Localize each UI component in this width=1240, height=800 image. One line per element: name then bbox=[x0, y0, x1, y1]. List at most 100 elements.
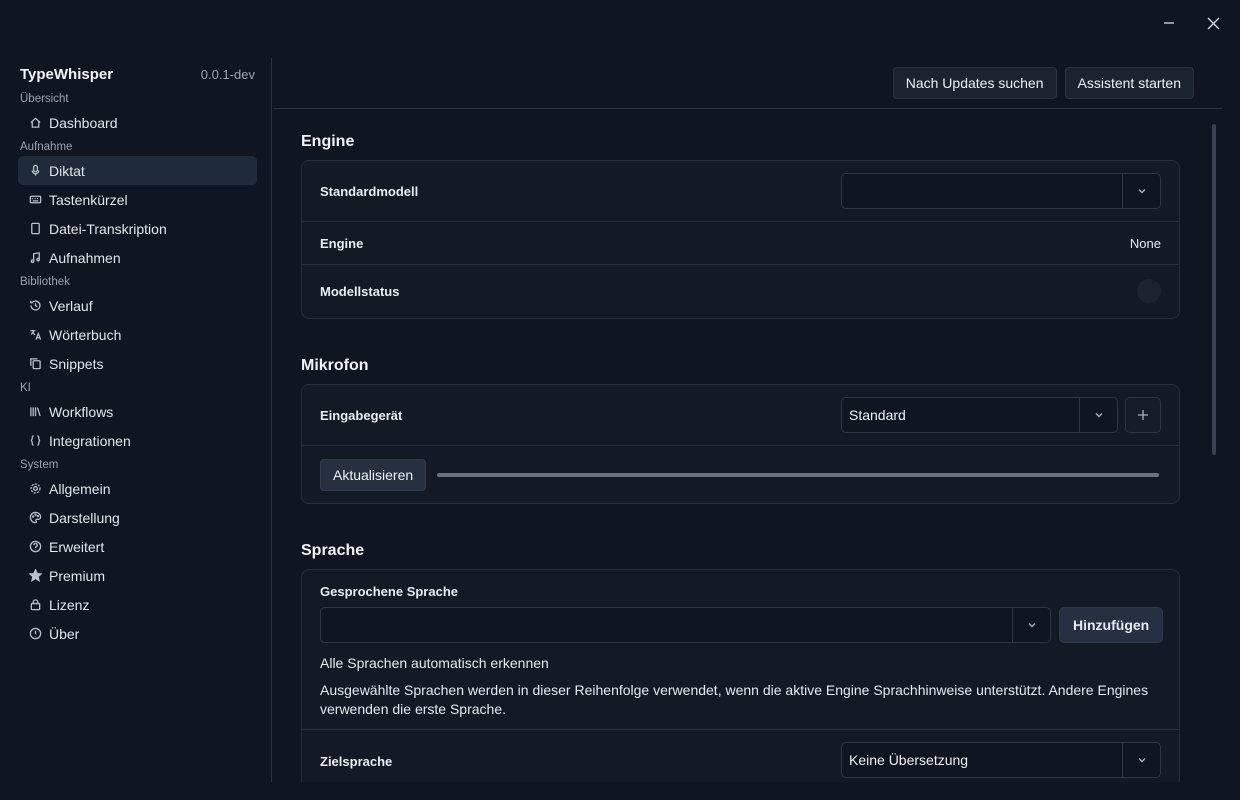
sidebar-item-premium[interactable]: Premium bbox=[18, 561, 257, 590]
minimize-icon[interactable] bbox=[1160, 10, 1178, 36]
language-hint-text: Ausgewählte Sprachen werden in dieser Re… bbox=[320, 682, 1149, 717]
engine-value: None bbox=[1129, 236, 1161, 251]
sidebar-item-label: Dashboard bbox=[49, 114, 118, 131]
refresh-button[interactable]: Aktualisieren bbox=[320, 459, 427, 491]
target-language-row: Zielsprache Keine Übersetzung bbox=[302, 730, 1179, 782]
nav-section-library: Bibliothek bbox=[20, 276, 70, 288]
music-note-icon bbox=[28, 251, 42, 265]
model-status-label: Modellstatus bbox=[320, 284, 400, 299]
section-title-engine: Engine bbox=[301, 133, 355, 150]
language-card: Gesprochene Sprache Hinzufügen Alle Spra… bbox=[301, 569, 1180, 782]
sidebar-item-label: Wörterbuch bbox=[49, 326, 122, 343]
sidebar-item-appearance[interactable]: Darstellung bbox=[18, 503, 257, 532]
sidebar-item-label: Verlauf bbox=[49, 297, 93, 314]
check-updates-button[interactable]: Nach Updates suchen bbox=[892, 67, 1057, 99]
add-language-button[interactable]: Hinzufügen bbox=[1059, 607, 1164, 643]
keyboard-icon bbox=[28, 193, 42, 207]
braces-icon bbox=[28, 434, 42, 448]
sidebar-item-label: Premium bbox=[49, 567, 106, 584]
target-language-select[interactable]: Keine Übersetzung bbox=[841, 742, 1161, 778]
sidebar-item-dictation[interactable]: Diktat bbox=[18, 156, 257, 185]
target-language-value: Keine Übersetzung bbox=[849, 752, 969, 768]
sidebar-item-recordings[interactable]: Aufnahmen bbox=[18, 243, 257, 272]
sidebar-item-label: Allgemein bbox=[49, 480, 111, 497]
input-device-value: Standard bbox=[849, 407, 906, 423]
spoken-language-label: Gesprochene Sprache bbox=[320, 584, 458, 599]
sidebar-item-label: Diktat bbox=[49, 162, 85, 179]
engine-card: Standardmodell Engine None Modellstatus bbox=[301, 160, 1180, 319]
add-device-button[interactable] bbox=[1125, 397, 1161, 433]
model-status-indicator bbox=[1137, 279, 1161, 303]
input-device-label: Eingabegerät bbox=[320, 408, 403, 423]
default-model-select[interactable] bbox=[841, 173, 1161, 209]
sidebar-item-dashboard[interactable]: Dashboard bbox=[18, 108, 257, 137]
library-icon bbox=[28, 405, 42, 419]
sidebar-item-file-transcription[interactable]: Datei-Transkription bbox=[18, 214, 257, 243]
sidebar-item-dictionary[interactable]: Wörterbuch bbox=[18, 320, 257, 349]
target-language-label: Zielsprache bbox=[320, 754, 393, 769]
auto-detect-text: Alle Sprachen automatisch erkennen bbox=[320, 655, 549, 671]
default-model-row: Standardmodell bbox=[302, 161, 1179, 222]
plus-icon bbox=[1138, 410, 1148, 420]
sidebar-item-snippets[interactable]: Snippets bbox=[18, 349, 257, 378]
sidebar-item-license[interactable]: Lizenz bbox=[18, 590, 257, 619]
microphone-card: Eingabegerät Standard Aktualisieren bbox=[301, 384, 1180, 504]
model-status-row: Modellstatus bbox=[302, 265, 1179, 318]
home-icon bbox=[28, 116, 42, 130]
sidebar: TypeWhisper 0.0.1-dev Übersicht Dashboar… bbox=[0, 58, 272, 782]
app-version: 0.0.1-dev bbox=[200, 67, 255, 82]
input-device-select[interactable]: Standard bbox=[841, 397, 1118, 433]
nav-section-overview: Übersicht bbox=[20, 93, 69, 105]
sidebar-item-label: Integrationen bbox=[49, 432, 131, 449]
translate-icon bbox=[28, 328, 42, 342]
sidebar-item-shortcuts[interactable]: Tastenkürzel bbox=[18, 185, 257, 214]
sidebar-item-integrations[interactable]: Integrationen bbox=[18, 426, 257, 455]
topbar: Nach Updates suchen Assistent starten bbox=[273, 58, 1222, 109]
spoken-language-row: Gesprochene Sprache Hinzufügen Alle Spra… bbox=[302, 570, 1179, 730]
input-device-row: Eingabegerät Standard bbox=[302, 385, 1179, 446]
sidebar-item-label: Tastenkürzel bbox=[49, 191, 128, 208]
section-title-language: Sprache bbox=[301, 542, 365, 559]
close-icon[interactable] bbox=[1204, 10, 1222, 36]
input-level-meter bbox=[437, 473, 1159, 477]
help-circle-icon bbox=[28, 540, 42, 554]
section-title-microphone: Mikrofon bbox=[301, 357, 369, 374]
history-icon bbox=[28, 299, 42, 313]
app-name: TypeWhisper bbox=[20, 66, 114, 83]
lock-icon bbox=[28, 598, 42, 612]
nav-section-ai: KI bbox=[20, 382, 31, 394]
sidebar-item-label: Datei-Transkription bbox=[49, 220, 167, 237]
sidebar-item-label: Workflows bbox=[49, 403, 114, 420]
sidebar-item-workflows[interactable]: Workflows bbox=[18, 397, 257, 426]
sidebar-item-advanced[interactable]: Erweitert bbox=[18, 532, 257, 561]
window-controls bbox=[1160, 10, 1222, 36]
sidebar-item-history[interactable]: Verlauf bbox=[18, 291, 257, 320]
chevron-down-icon bbox=[1122, 743, 1160, 777]
sidebar-item-about[interactable]: Über bbox=[18, 619, 257, 648]
chevron-down-icon bbox=[1122, 174, 1160, 208]
refresh-row: Aktualisieren bbox=[302, 446, 1179, 503]
engine-label: Engine bbox=[320, 236, 364, 251]
gear-icon bbox=[28, 482, 42, 496]
sidebar-item-label: Snippets bbox=[49, 355, 104, 372]
palette-icon bbox=[28, 511, 42, 525]
engine-row: Engine None bbox=[302, 222, 1179, 265]
chevron-down-icon bbox=[1079, 398, 1117, 432]
default-model-label: Standardmodell bbox=[320, 184, 419, 199]
sidebar-item-general[interactable]: Allgemein bbox=[18, 474, 257, 503]
app-header: TypeWhisper 0.0.1-dev bbox=[18, 58, 257, 89]
start-wizard-button[interactable]: Assistent starten bbox=[1064, 67, 1194, 99]
file-icon bbox=[28, 222, 42, 236]
info-icon bbox=[28, 627, 42, 641]
microphone-icon bbox=[28, 164, 42, 178]
sidebar-item-label: Aufnahmen bbox=[49, 249, 121, 266]
sidebar-item-label: Lizenz bbox=[49, 596, 90, 613]
nav-section-system: System bbox=[20, 459, 59, 471]
spoken-language-select[interactable] bbox=[320, 607, 1051, 643]
main-content: Engine Standardmodell Engine None Modell… bbox=[273, 110, 1222, 782]
nav-section-recording: Aufnahme bbox=[20, 141, 73, 153]
sidebar-item-label: Erweitert bbox=[49, 538, 105, 555]
copy-icon bbox=[28, 357, 42, 371]
star-icon bbox=[28, 569, 42, 583]
sidebar-item-label: Über bbox=[49, 625, 80, 642]
